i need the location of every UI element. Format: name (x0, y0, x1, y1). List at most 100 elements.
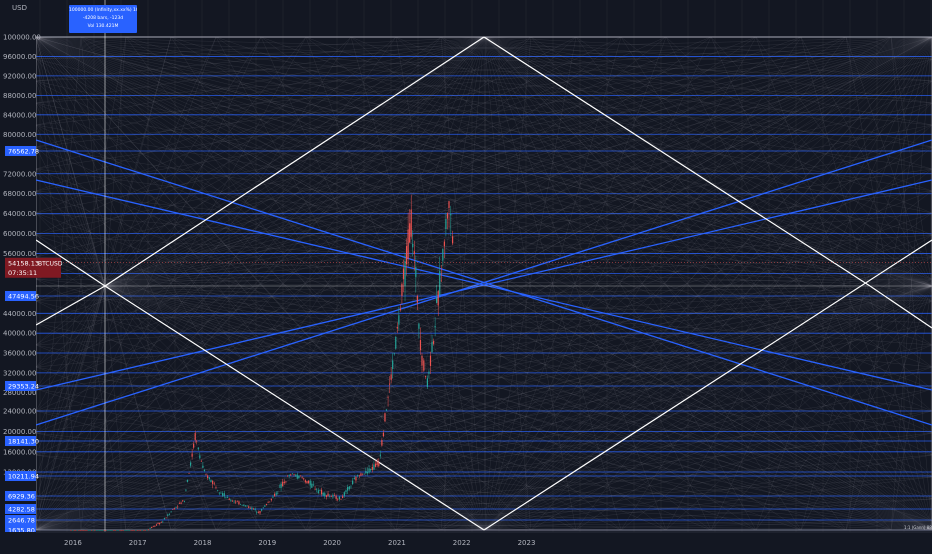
candle-body (256, 512, 258, 513)
candle-body (155, 524, 158, 526)
candle-body (227, 497, 229, 498)
candle-body (405, 246, 408, 265)
candle-body (197, 447, 199, 450)
fan-web-line (35, 36, 485, 456)
candle-body (306, 481, 308, 484)
candle-body (262, 507, 264, 509)
candle-body (182, 500, 184, 502)
candle-body (119, 530, 121, 531)
candle-body (205, 474, 207, 476)
price-level-tag-label: 2646.78 (8, 517, 35, 525)
candle-body (143, 530, 145, 531)
candle-body (322, 492, 324, 496)
candle-body (404, 261, 406, 286)
candle-body (91, 530, 93, 531)
candle-body (425, 375, 427, 377)
candle-body (378, 462, 380, 467)
candle-body (415, 267, 417, 278)
candle-body (239, 504, 242, 505)
candle-body (100, 530, 102, 531)
candle-body (325, 495, 328, 498)
tooltip-line-2: -4208 bars, -123d (82, 16, 124, 21)
candle-body (149, 528, 151, 529)
candle-body (157, 522, 159, 524)
candle-body (228, 498, 230, 500)
candle-body (353, 477, 355, 480)
candle-body (203, 469, 206, 472)
candle-body (141, 530, 143, 531)
candle-body (407, 229, 409, 259)
candle-body (426, 378, 428, 388)
candle-body (338, 496, 340, 500)
y-tick-label: 16000.00 (3, 448, 36, 456)
candle-body (127, 530, 129, 531)
candle-body (437, 291, 439, 306)
fan-web-line (35, 285, 106, 302)
candle-body (396, 326, 398, 329)
x-tick-label: 2021 (388, 539, 406, 547)
candle-body (122, 530, 124, 531)
countdown-timer: 07:35:11 (8, 269, 37, 277)
candle-body (296, 474, 298, 479)
candle-body (178, 503, 181, 504)
candle-body (443, 241, 445, 247)
candle-body (342, 496, 344, 499)
candle-body (272, 496, 274, 498)
candle-body (108, 530, 110, 531)
candle-body (117, 530, 120, 531)
candle-body (387, 397, 389, 398)
candle-body (280, 483, 282, 488)
y-tick-label: 72000.00 (3, 170, 36, 178)
candle-body (78, 530, 80, 531)
candle-body (89, 530, 91, 531)
candle-body (243, 504, 245, 506)
candle-body (355, 476, 357, 481)
candle-body (395, 337, 397, 349)
x-tick-label: 2020 (323, 539, 341, 547)
candle-body (389, 383, 391, 385)
candle-body (324, 493, 326, 497)
candle-body (128, 530, 131, 531)
candle-body (172, 509, 174, 510)
candle-body (261, 509, 263, 511)
candle-body (254, 508, 256, 510)
candle-body (191, 453, 193, 457)
chart-area[interactable]: USD 100000.00 96000.00 92000.00 88000.00 8400… (0, 0, 932, 550)
y-tick-label: 64000.00 (3, 210, 36, 218)
candle-body (105, 530, 107, 531)
candle-body (373, 464, 375, 470)
candle-body (316, 489, 318, 490)
candle-body (202, 465, 204, 468)
fan-web-line (890, 285, 932, 531)
candle-body (185, 489, 187, 491)
candle-body (244, 505, 247, 507)
candle-body (401, 283, 403, 297)
candle-body (212, 480, 214, 484)
candle-body (398, 315, 400, 325)
candle-body (220, 492, 222, 494)
candle-body (439, 271, 441, 296)
candle-body (87, 530, 90, 531)
candle-body (429, 355, 432, 366)
chart-canvas[interactable]: USD 100000.00 96000.00 92000.00 88000.00 8400… (0, 0, 932, 550)
candle-body (452, 236, 454, 244)
candle-body (304, 480, 306, 483)
candle-body (412, 243, 414, 248)
tooltip-line-3: Vol 130.421M (87, 24, 119, 29)
candle-body (136, 530, 138, 531)
candle-body (390, 374, 392, 380)
candle-body (238, 501, 240, 505)
candle-body (98, 530, 101, 531)
candle-body (167, 514, 169, 516)
candle-body (194, 433, 196, 441)
candle-body (218, 492, 220, 494)
candle-body (222, 493, 224, 496)
candle-body (248, 506, 250, 508)
price-level-tag-label: 76562.78 (8, 148, 39, 156)
price-level-tag-label: 18141.30 (8, 438, 39, 446)
candle-body (217, 490, 219, 492)
candle-body (152, 526, 154, 528)
candle-body (319, 490, 321, 491)
candle-body (416, 295, 418, 303)
candle-body (223, 493, 225, 497)
